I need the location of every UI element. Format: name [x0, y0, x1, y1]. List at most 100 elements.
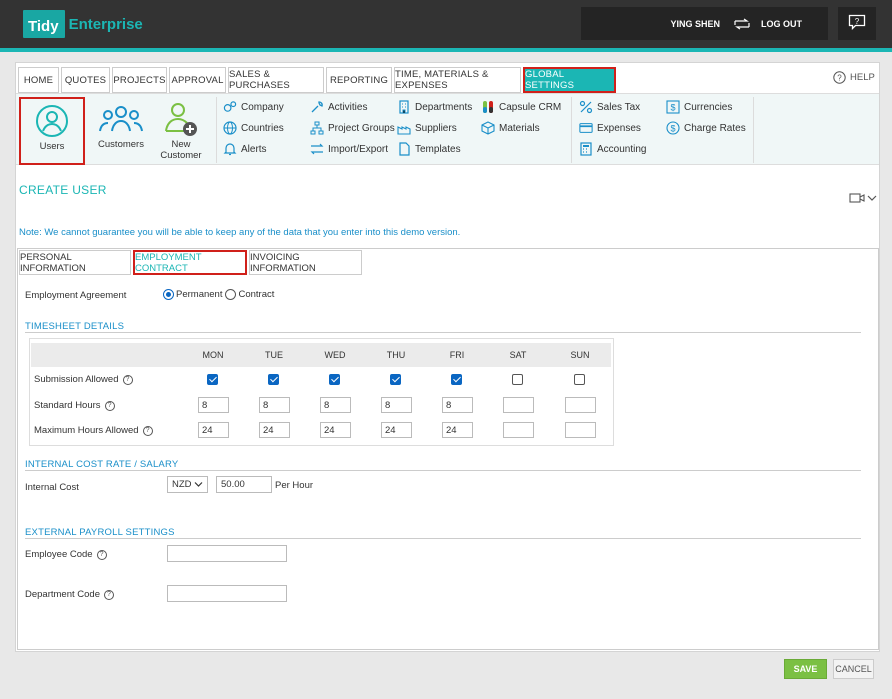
- day-thu: THU: [386, 350, 406, 360]
- checkbox-submission-tue[interactable]: [268, 374, 279, 385]
- nav-tab-projects[interactable]: PROJECTS: [112, 67, 167, 93]
- employee-code-input[interactable]: [167, 545, 287, 562]
- app-logo[interactable]: Tidy Enterprise: [23, 10, 143, 38]
- help-question-icon[interactable]: ?: [104, 400, 115, 411]
- module-currencies[interactable]: $ Currencies: [666, 100, 732, 114]
- standard-hours-tue[interactable]: 8: [259, 397, 290, 413]
- checkbox-submission-wed[interactable]: [329, 374, 340, 385]
- nav-tab-reporting[interactable]: REPORTING: [326, 67, 392, 93]
- checkbox-submission-sat[interactable]: [512, 374, 523, 385]
- maximum-hours-sat[interactable]: [503, 422, 534, 438]
- module-project-groups[interactable]: Project Groups: [310, 121, 395, 135]
- section-divider: [25, 332, 861, 333]
- video-help-toggle[interactable]: [849, 192, 877, 204]
- module-expenses-label: Expenses: [597, 122, 641, 134]
- checkbox-submission-thu[interactable]: [390, 374, 401, 385]
- module-sales-tax[interactable]: Sales Tax: [579, 100, 640, 114]
- dollar-circle-icon: $: [666, 121, 680, 135]
- switch-icon[interactable]: [733, 18, 751, 30]
- checkbox-submission-fri[interactable]: [451, 374, 462, 385]
- standard-hours-fri[interactable]: 8: [442, 397, 473, 413]
- maximum-hours-sun[interactable]: [565, 422, 596, 438]
- internal-cost-input[interactable]: 50.00: [216, 476, 272, 493]
- logo-text: Enterprise: [68, 15, 143, 33]
- internal-cost-heading: INTERNAL COST RATE / SALARY: [25, 459, 179, 470]
- checkbox-submission-sun[interactable]: [574, 374, 585, 385]
- radio-permanent[interactable]: [163, 289, 174, 300]
- nav-tab-quotes[interactable]: QUOTES: [61, 67, 110, 93]
- module-import-export[interactable]: Import/Export: [310, 142, 388, 156]
- day-wed: WED: [324, 350, 346, 360]
- module-alerts[interactable]: Alerts: [223, 142, 267, 156]
- module-new-customer[interactable]: New Customer: [148, 97, 214, 167]
- standard-hours-sat[interactable]: [503, 397, 534, 413]
- module-capsule-crm[interactable]: Capsule CRM: [481, 100, 561, 114]
- hierarchy-icon: [310, 121, 324, 135]
- logout-link[interactable]: LOG OUT: [761, 19, 802, 29]
- maximum-hours-thu[interactable]: 24: [381, 422, 412, 438]
- percent-icon: [579, 100, 593, 114]
- standard-hours-thu[interactable]: 8: [381, 397, 412, 413]
- arrows-exchange-icon: [310, 142, 324, 156]
- maximum-hours-wed[interactable]: 24: [320, 422, 351, 438]
- module-departments[interactable]: Departments: [397, 100, 472, 114]
- module-activities[interactable]: Activities: [310, 100, 367, 114]
- module-company[interactable]: Company: [223, 100, 284, 114]
- module-expenses[interactable]: Expenses: [579, 121, 641, 135]
- svg-text:$: $: [670, 103, 675, 113]
- nav-tab-time-materials-expenses[interactable]: TIME, MATERIALS & EXPENSES: [394, 67, 521, 93]
- module-templates[interactable]: Templates: [397, 142, 461, 156]
- tab-employment-contract[interactable]: EMPLOYMENT CONTRACT: [133, 250, 247, 275]
- factory-icon: [397, 121, 411, 135]
- module-departments-label: Departments: [415, 101, 473, 113]
- day-sun: SUN: [570, 350, 590, 360]
- module-materials[interactable]: Materials: [481, 121, 540, 135]
- standard-hours-sun[interactable]: [565, 397, 596, 413]
- maximum-hours-mon[interactable]: 24: [198, 422, 229, 438]
- help-chat-button[interactable]: ?: [838, 7, 876, 40]
- tab-invoicing-information[interactable]: INVOICING INFORMATION: [249, 250, 362, 275]
- module-accounting[interactable]: Accounting: [579, 142, 646, 156]
- nav-tab-approval[interactable]: APPROVAL: [169, 67, 226, 93]
- nav-tab-home[interactable]: HOME: [18, 67, 59, 93]
- standard-hours-wed[interactable]: 8: [320, 397, 351, 413]
- help-question-icon[interactable]: ?: [103, 589, 114, 600]
- currency-select[interactable]: NZD: [167, 476, 208, 493]
- standard-hours-mon[interactable]: 8: [198, 397, 229, 413]
- help-question-icon[interactable]: ?: [142, 425, 153, 436]
- help-question-icon[interactable]: ?: [96, 549, 107, 560]
- radio-contract[interactable]: [225, 289, 237, 300]
- module-project-groups-label: Project Groups: [328, 122, 395, 134]
- module-customers-label: Customers: [98, 139, 144, 150]
- maximum-hours-fri[interactable]: 24: [442, 422, 473, 438]
- module-capsule-crm-label: Capsule CRM: [499, 101, 562, 113]
- cancel-button[interactable]: CANCEL: [833, 659, 874, 679]
- help-question-icon[interactable]: ?: [122, 374, 133, 385]
- maximum-hours-tue[interactable]: 24: [259, 422, 290, 438]
- module-countries[interactable]: Countries: [223, 121, 284, 135]
- module-customers[interactable]: Customers: [88, 97, 154, 165]
- tab-personal-information[interactable]: PERSONAL INFORMATION: [19, 250, 131, 275]
- department-code-input[interactable]: [167, 585, 287, 602]
- credit-card-icon: [579, 121, 593, 135]
- standard-hours-text: Standard Hours: [34, 400, 101, 411]
- module-users[interactable]: Users: [19, 97, 85, 165]
- module-charge-rates[interactable]: $ Charge Rates: [666, 121, 746, 135]
- module-sales-tax-label: Sales Tax: [597, 101, 641, 113]
- help-link[interactable]: ? HELP: [833, 71, 875, 84]
- module-suppliers[interactable]: Suppliers: [397, 121, 457, 135]
- checkbox-submission-mon[interactable]: [207, 374, 218, 385]
- day-tue: TUE: [265, 350, 283, 360]
- nav-tab-sales-purchases[interactable]: SALES & PURCHASES: [228, 67, 324, 93]
- help-chat-icon: ?: [848, 14, 866, 33]
- save-button[interactable]: SAVE: [784, 659, 827, 679]
- user-name[interactable]: YING SHEN: [670, 19, 720, 29]
- chevron-down-icon: [194, 482, 203, 487]
- day-mon: MON: [202, 350, 224, 360]
- day-fri: FRI: [449, 350, 465, 360]
- nav-tab-global-settings[interactable]: GLOBAL SETTINGS: [523, 67, 616, 93]
- module-materials-label: Materials: [499, 122, 540, 134]
- capsule-icon: [481, 100, 495, 114]
- box-icon: [481, 121, 495, 135]
- external-payroll-heading: EXTERNAL PAYROLL SETTINGS: [25, 527, 175, 538]
